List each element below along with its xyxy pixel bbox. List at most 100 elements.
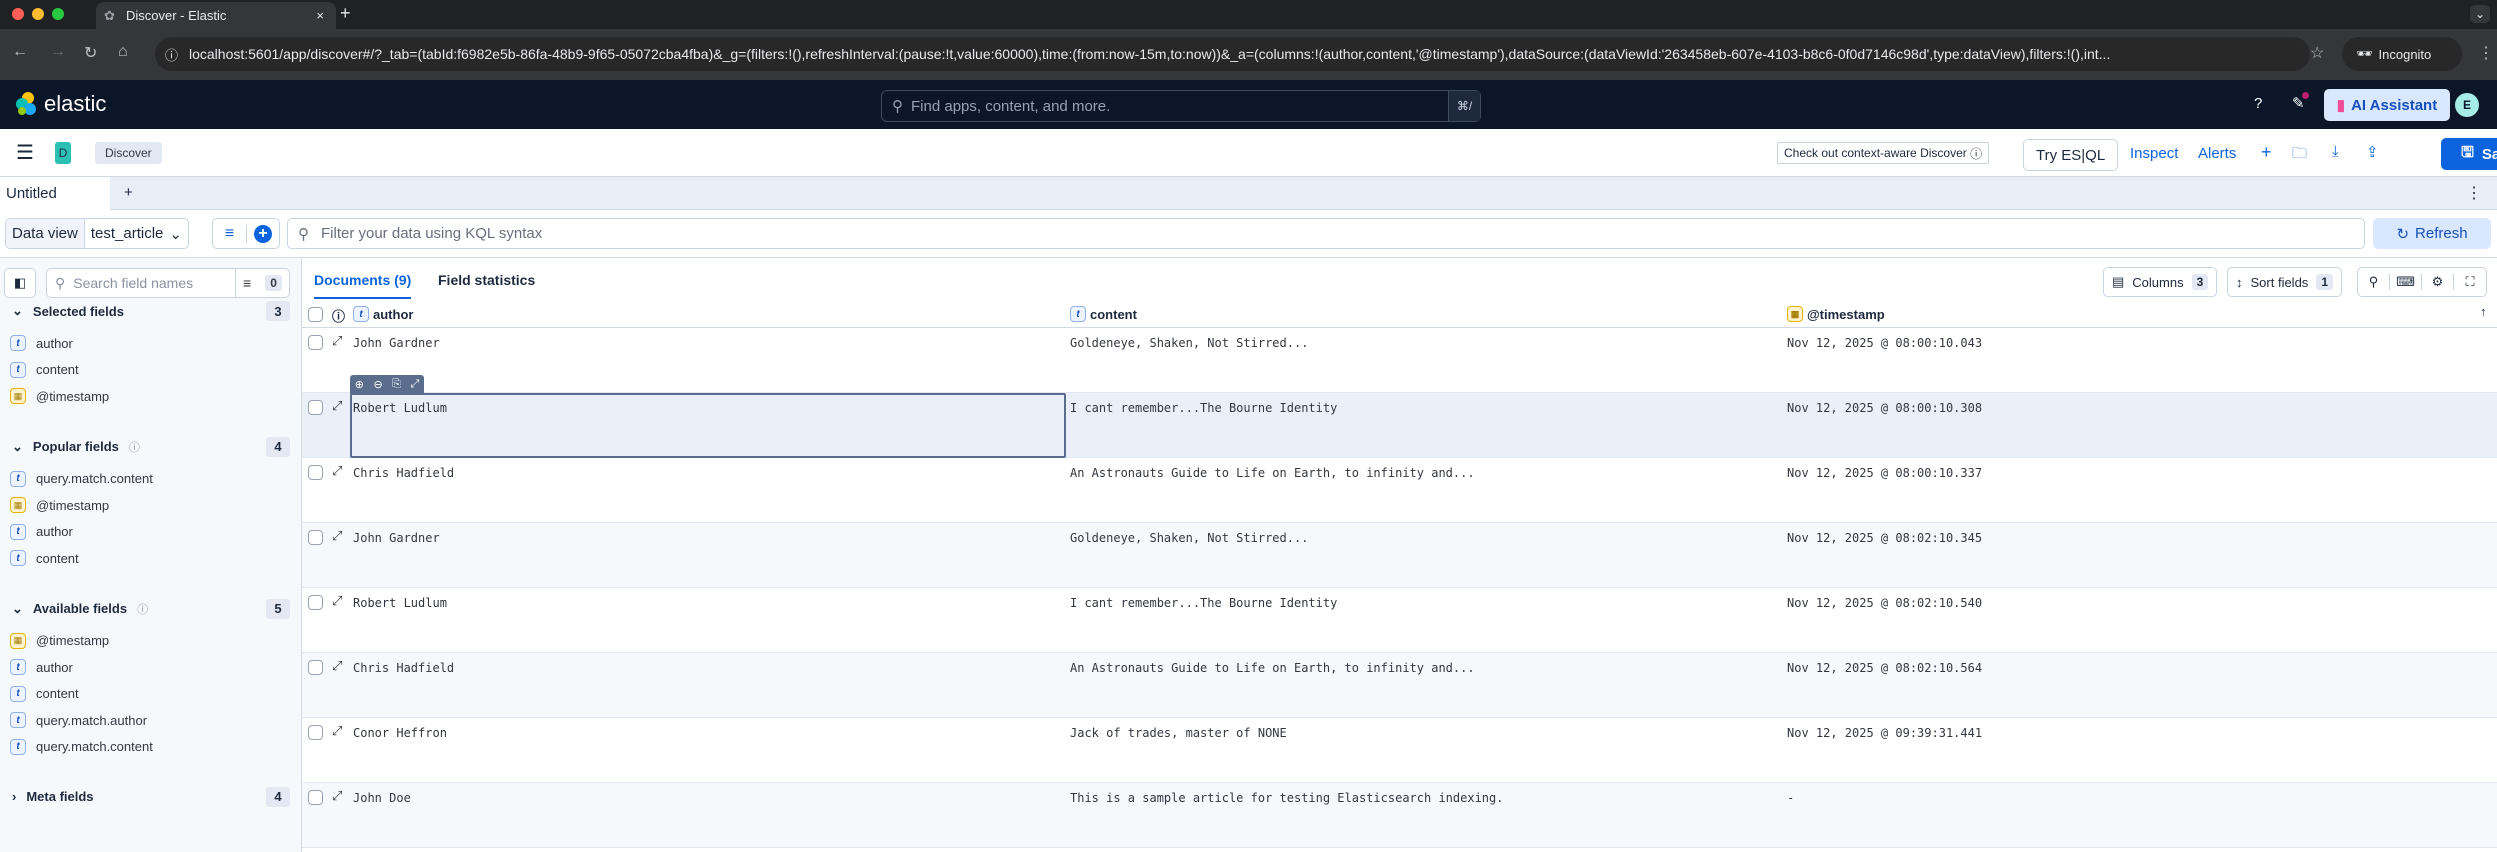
field-item[interactable]: t author xyxy=(10,523,73,540)
minimize-window-button[interactable] xyxy=(32,8,44,20)
cell-timestamp[interactable]: - xyxy=(1787,791,1794,805)
share-icon[interactable]: ⇪ xyxy=(2366,143,2379,161)
alerts-link[interactable]: Alerts xyxy=(2198,145,2236,162)
column-header-content[interactable]: t content xyxy=(1070,306,1137,322)
elastic-logo[interactable]: elastic xyxy=(14,91,106,117)
field-item[interactable]: t author xyxy=(10,335,73,351)
section-meta-fields[interactable]: › Meta fields 4 xyxy=(12,786,290,807)
incognito-indicator[interactable]: 🕶 Incognito xyxy=(2342,37,2462,71)
expand-document-icon[interactable]: ⤢ xyxy=(332,724,342,739)
column-header-author[interactable]: t author xyxy=(353,306,413,322)
browser-tab[interactable]: ✿ Discover - Elastic × xyxy=(96,2,336,29)
section-available-fields[interactable]: ⌄ Available fields ⓘ 5 xyxy=(12,598,290,619)
field-item[interactable]: ▦ @timestamp xyxy=(10,497,109,513)
save-button[interactable]: 🖫 Save xyxy=(2441,138,2497,170)
site-info-icon[interactable]: ⓘ xyxy=(165,45,178,64)
search-grid-icon[interactable]: ⚲ xyxy=(2358,274,2390,290)
expand-document-icon[interactable]: ⤢ xyxy=(332,464,342,479)
sort-ascending-icon[interactable]: ↑ xyxy=(2480,304,2487,319)
global-search-input[interactable]: ⚲ Find apps, content, and more. ⌘/ xyxy=(881,90,1481,122)
field-item[interactable]: t query.match.author xyxy=(10,712,147,728)
field-item[interactable]: t query.match.content xyxy=(10,470,153,487)
field-item[interactable]: t content xyxy=(10,550,79,566)
row-checkbox[interactable] xyxy=(308,725,323,740)
space-avatar[interactable]: D xyxy=(55,142,71,164)
fullscreen-icon[interactable]: ⛶ xyxy=(2454,274,2486,290)
expand-document-icon[interactable]: ⤢ xyxy=(332,789,342,804)
row-checkbox[interactable] xyxy=(308,465,323,480)
collapse-sidebar-icon[interactable]: ◧ xyxy=(4,268,36,298)
cell-timestamp[interactable]: Nov 12, 2025 @ 08:02:10.564 xyxy=(1787,661,1982,675)
section-popular-fields[interactable]: ⌄ Popular fields ⓘ 4 xyxy=(12,436,290,457)
cell-content[interactable]: Jack of trades, master of NONE xyxy=(1070,726,1287,740)
cell-author[interactable]: John Gardner xyxy=(353,336,440,350)
select-all-checkbox[interactable] xyxy=(308,307,323,322)
tab-field-statistics[interactable]: Field statistics xyxy=(438,272,535,288)
sort-fields-button[interactable]: ↕ Sort fields 1 xyxy=(2227,267,2342,297)
row-checkbox[interactable] xyxy=(308,530,323,545)
row-checkbox[interactable] xyxy=(308,660,323,675)
cell-timestamp[interactable]: Nov 12, 2025 @ 08:00:10.043 xyxy=(1787,336,1982,350)
cell-timestamp[interactable]: Nov 12, 2025 @ 08:00:10.337 xyxy=(1787,466,1982,480)
expand-document-icon[interactable]: ⤢ xyxy=(332,594,342,609)
table-row[interactable]: ⤢ Robert Ludlum I cant remember...The Bour… xyxy=(302,588,2497,653)
user-avatar[interactable]: E xyxy=(2455,93,2479,117)
maximize-window-button[interactable] xyxy=(52,8,64,20)
filter-for-value-icon[interactable]: ⊕ xyxy=(355,378,364,391)
cell-content[interactable]: Goldeneye, Shaken, Not Stirred... xyxy=(1070,336,1308,350)
open-folder-icon[interactable]: 🗀 xyxy=(2292,143,2307,168)
keyboard-shortcuts-icon[interactable]: ⌨ xyxy=(2390,274,2422,290)
table-row[interactable]: ⤢ John Doe This is a sample article for te… xyxy=(302,783,2497,848)
kql-query-input[interactable]: ⚲ Filter your data using KQL syntax xyxy=(287,218,2365,249)
cell-timestamp[interactable]: Nov 12, 2025 @ 08:02:10.540 xyxy=(1787,596,1982,610)
expand-document-icon[interactable]: ⤢ xyxy=(332,659,342,674)
table-row[interactable]: ⤢ Chris Hadfield An Astronauts Guide to Li… xyxy=(302,653,2497,718)
ai-assistant-button[interactable]: ▮ AI Assistant xyxy=(2324,89,2450,121)
cell-content[interactable]: An Astronauts Guide to Life on Earth, to… xyxy=(1070,661,1475,675)
cell-content[interactable]: I cant remember...The Bourne Identity xyxy=(1070,401,1337,415)
cell-timestamp[interactable]: Nov 12, 2025 @ 08:00:10.308 xyxy=(1787,401,1982,415)
table-row[interactable]: ⤢ John Gardner Goldeneye, Shaken, Not Stir… xyxy=(302,328,2497,393)
field-item[interactable]: ▦ @timestamp xyxy=(10,632,109,649)
cell-content[interactable]: This is a sample article for testing Ela… xyxy=(1070,791,1503,805)
field-item[interactable]: ▦ @timestamp xyxy=(10,388,109,404)
news-feed-icon[interactable]: ✎ xyxy=(2292,92,2309,112)
cell-author[interactable]: John Gardner xyxy=(353,531,440,545)
refresh-button[interactable]: ↻ Refresh xyxy=(2373,218,2491,249)
filter-out-value-icon[interactable]: ⊖ xyxy=(373,378,382,391)
row-checkbox[interactable] xyxy=(308,400,323,415)
cell-author[interactable]: Chris Hadfield xyxy=(353,466,454,480)
cell-author[interactable]: Conor Heffron xyxy=(353,726,447,740)
expand-document-icon[interactable]: ⤢ xyxy=(332,399,342,414)
focused-cell[interactable] xyxy=(350,393,1066,458)
cell-author[interactable]: John Doe xyxy=(353,791,411,805)
context-aware-discover-button[interactable]: Check out context-aware Discover ⓘ xyxy=(1777,142,1990,164)
section-selected-fields[interactable]: ⌄ Selected fields 3 xyxy=(12,301,290,321)
try-esql-button[interactable]: Try ES|QL xyxy=(2023,139,2119,171)
add-filter-icon[interactable]: + xyxy=(254,224,272,243)
menu-hamburger-icon[interactable]: ☰ xyxy=(16,140,34,165)
tabs-menu-icon[interactable]: ⋮ xyxy=(2466,183,2482,203)
forward-icon[interactable]: → xyxy=(50,43,66,61)
close-tab-icon[interactable]: × xyxy=(316,8,324,23)
data-view-picker[interactable]: Data view test_article ⌄ xyxy=(5,218,189,249)
cell-timestamp[interactable]: Nov 12, 2025 @ 09:39:31.441 xyxy=(1787,726,1982,740)
cell-content[interactable]: Goldeneye, Shaken, Not Stirred... xyxy=(1070,531,1308,545)
expand-document-icon[interactable]: ⤢ xyxy=(332,334,342,349)
display-settings-icon[interactable]: ⚙ xyxy=(2422,274,2454,290)
expand-cell-icon[interactable]: ⤢ xyxy=(410,378,419,391)
copy-icon[interactable]: ⎘ xyxy=(392,378,401,391)
bookmark-star-icon[interactable]: ☆ xyxy=(2310,43,2324,63)
add-tab-button[interactable]: + xyxy=(124,184,133,201)
field-item[interactable]: t query.match.content xyxy=(10,738,153,755)
cell-author[interactable]: Chris Hadfield xyxy=(353,661,454,675)
tab-documents[interactable]: Documents (9) xyxy=(314,272,412,299)
table-row[interactable]: ⤢ Chris Hadfield An Astronauts Guide to Li… xyxy=(302,458,2497,523)
row-checkbox[interactable] xyxy=(308,595,323,610)
breadcrumb-discover[interactable]: Discover xyxy=(95,142,162,164)
new-tab-button[interactable]: + xyxy=(340,3,351,24)
field-item[interactable]: t content xyxy=(10,361,79,378)
row-checkbox[interactable] xyxy=(308,790,323,805)
download-icon[interactable]: ⤓ xyxy=(2332,143,2339,160)
cell-timestamp[interactable]: Nov 12, 2025 @ 08:02:10.345 xyxy=(1787,531,1982,545)
